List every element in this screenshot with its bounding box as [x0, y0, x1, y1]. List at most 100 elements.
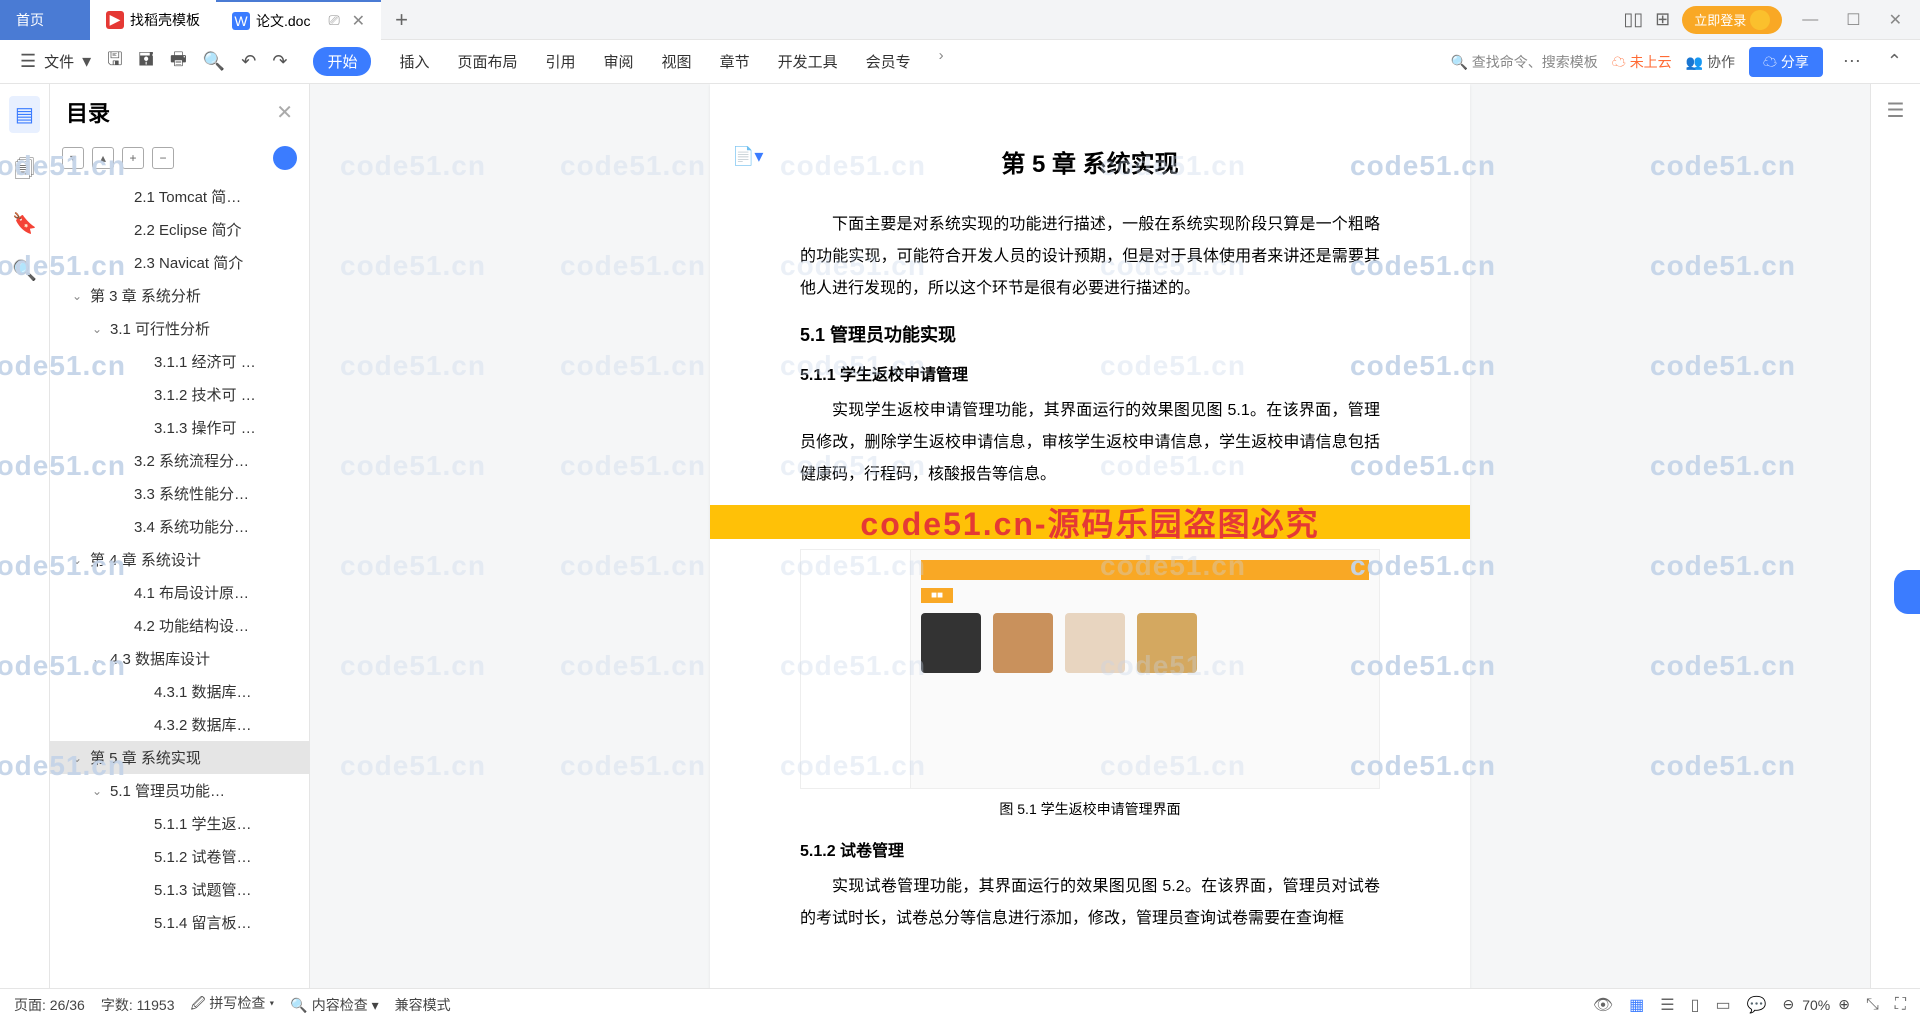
search-input[interactable]: 🔍 查找命令、搜索模板: [1450, 52, 1597, 72]
toc-item[interactable]: 3.3 系统性能分…: [50, 477, 309, 510]
menu-references[interactable]: 引用: [546, 47, 576, 76]
toc-item[interactable]: 4.3.2 数据库…: [50, 708, 309, 741]
save-icon[interactable]: 🖫: [99, 47, 130, 77]
toc-item[interactable]: 3.1.3 操作可 …: [50, 411, 309, 444]
toc-item[interactable]: 4.3.1 数据库…: [50, 675, 309, 708]
apps-icon[interactable]: ⊞: [1655, 9, 1670, 30]
outline-icon[interactable]: ▤: [9, 96, 40, 133]
new-tab-button[interactable]: +: [381, 7, 422, 33]
toc-item[interactable]: 3.4 系统功能分…: [50, 510, 309, 543]
spell-check[interactable]: 🖉 拼写检查 ▾: [191, 993, 275, 1017]
paragraph: 下面主要是对系统实现的功能进行描述，一般在系统实现阶段只算是一个粗略的功能实现，…: [800, 209, 1380, 305]
toc-item[interactable]: 3.1.1 经济可 …: [50, 345, 309, 378]
minimize-button[interactable]: —: [1794, 11, 1826, 29]
view-web-icon[interactable]: ▯: [1691, 995, 1700, 1015]
toc-item[interactable]: 2.3 Navicat 简介: [50, 246, 309, 279]
eye-icon[interactable]: 👁: [1593, 995, 1613, 1015]
fullscreen-icon[interactable]: ⛶: [1895, 996, 1906, 1014]
toc-item[interactable]: 2.1 Tomcat 简…: [50, 180, 309, 213]
menu-start[interactable]: 开始: [313, 47, 371, 76]
document-area[interactable]: 📄▾ 第 5 章 系统实现 下面主要是对系统实现的功能进行描述，一般在系统实现阶…: [310, 84, 1870, 988]
menu-chapter[interactable]: 章节: [720, 47, 750, 76]
bookmark-icon[interactable]: 🔖: [12, 211, 37, 236]
compat-mode[interactable]: 兼容模式: [395, 995, 451, 1015]
fit-icon[interactable]: ⤡: [1866, 996, 1879, 1014]
search-rail-icon[interactable]: 🔍: [12, 258, 37, 283]
zoom-out-icon[interactable]: ⊖: [1782, 996, 1794, 1013]
word-icon: W: [232, 12, 250, 30]
save-as-icon[interactable]: 🖬: [131, 47, 162, 77]
toc-item[interactable]: ⌄4.3 数据库设计: [50, 642, 309, 675]
close-tab-icon[interactable]: ✕: [352, 11, 365, 31]
toc-item[interactable]: 3.1.2 技术可 …: [50, 378, 309, 411]
print-icon[interactable]: 🖶: [162, 47, 195, 77]
tab-home[interactable]: 首页: [0, 0, 90, 40]
page-indicator[interactable]: 页面: 26/36: [14, 995, 85, 1015]
panel-toggle-icon[interactable]: ☰: [1887, 100, 1905, 122]
share-button[interactable]: ☁ 分享: [1749, 47, 1823, 77]
close-window-button[interactable]: ✕: [1881, 10, 1910, 30]
monitor-icon[interactable]: ⎚: [328, 12, 339, 29]
menu-insert[interactable]: 插入: [399, 47, 429, 76]
zoom-control[interactable]: ⊖ 70% ⊕: [1782, 996, 1850, 1013]
redo-icon[interactable]: ↷: [264, 51, 295, 72]
toc-item[interactable]: 4.2 功能结构设…: [50, 609, 309, 642]
add-heading-icon[interactable]: +: [122, 147, 144, 169]
heading-3: 5.1.2 试卷管理: [800, 837, 1380, 861]
toc-item[interactable]: 5.1.1 学生返…: [50, 807, 309, 840]
tab-templates[interactable]: ▶ 找稻壳模板: [90, 0, 216, 40]
avatar-icon: [1750, 10, 1770, 30]
comment-icon[interactable]: 💬: [1747, 995, 1767, 1015]
title-bar: 首页 ▶ 找稻壳模板 W 论文.doc ⎚ ✕ + ▯▯ ⊞ 立即登录 — ☐ …: [0, 0, 1920, 40]
toc-item[interactable]: 3.2 系统流程分…: [50, 444, 309, 477]
toc-item[interactable]: ⌄3.1 可行性分析: [50, 312, 309, 345]
remove-heading-icon[interactable]: −: [152, 147, 174, 169]
toc-item[interactable]: 5.1.3 试题管…: [50, 873, 309, 906]
more-icon[interactable]: ⋯: [1837, 51, 1867, 72]
toc-item[interactable]: 5.1.2 试卷管…: [50, 840, 309, 873]
coop-button[interactable]: 👥 协作: [1686, 52, 1735, 72]
ai-icon[interactable]: [273, 146, 297, 170]
toc-item[interactable]: ⌄5.1 管理员功能…: [50, 774, 309, 807]
toc-item[interactable]: 2.2 Eclipse 简介: [50, 213, 309, 246]
collapse-all-icon[interactable]: ▾: [62, 147, 84, 169]
menu-layout[interactable]: 页面布局: [458, 47, 518, 76]
menu-review[interactable]: 审阅: [604, 47, 634, 76]
view-read-icon[interactable]: ▭: [1715, 995, 1730, 1015]
close-sidebar-icon[interactable]: ✕: [276, 100, 293, 125]
login-button[interactable]: 立即登录: [1682, 6, 1782, 34]
undo-icon[interactable]: ↶: [233, 51, 264, 72]
pages-icon[interactable]: 🗐: [15, 155, 35, 189]
watermark-band: code51.cn-源码乐园盗图必究: [710, 505, 1470, 539]
paragraph: 实现学生返校申请管理功能，其界面运行的效果图见图 5.1。在该界面，管理员修改，…: [800, 395, 1380, 491]
right-rail: ☰: [1870, 84, 1920, 988]
cloud-status[interactable]: ☁ 未上云: [1612, 52, 1672, 72]
preview-icon[interactable]: 🔍: [195, 51, 233, 72]
toc-item[interactable]: ⌄第 5 章 系统实现: [50, 741, 309, 774]
view-page-icon[interactable]: ▦: [1629, 995, 1644, 1015]
tab-document[interactable]: W 论文.doc ⎚ ✕: [216, 0, 381, 40]
chevron-down-icon[interactable]: ▾: [74, 51, 99, 72]
word-count[interactable]: 字数: 11953: [101, 995, 175, 1015]
doc-marker-icon[interactable]: 📄▾: [732, 146, 763, 167]
toc-item[interactable]: ⌄第 4 章 系统设计: [50, 543, 309, 576]
layout-icon[interactable]: ▯▯: [1623, 9, 1643, 30]
file-menu[interactable]: 文件: [44, 47, 74, 76]
view-outline-icon[interactable]: ☰: [1660, 995, 1674, 1015]
menu-member[interactable]: 会员专: [866, 47, 911, 76]
expand-all-icon[interactable]: ▴: [92, 147, 114, 169]
watermark-text: code51.cn-源码乐园盗图必究: [860, 499, 1319, 545]
maximize-button[interactable]: ☐: [1838, 10, 1868, 30]
menu-view[interactable]: 视图: [662, 47, 692, 76]
float-tab[interactable]: [1894, 570, 1920, 614]
zoom-in-icon[interactable]: ⊕: [1838, 996, 1850, 1013]
status-bar: 页面: 26/36 字数: 11953 🖉 拼写检查 ▾ 🔍 内容检查 ▾ 兼容…: [0, 988, 1920, 1020]
toc-item[interactable]: 5.1.4 留言板…: [50, 906, 309, 939]
toc-item[interactable]: 4.1 布局设计原…: [50, 576, 309, 609]
content-check[interactable]: 🔍 内容检查 ▾: [290, 995, 378, 1015]
menu-devtools[interactable]: 开发工具: [778, 47, 838, 76]
toc-item[interactable]: ⌄第 3 章 系统分析: [50, 279, 309, 312]
figure-caption: 图 5.1 学生返校申请管理界面: [800, 799, 1380, 819]
hamburger-icon[interactable]: ☰: [12, 51, 44, 72]
collapse-ribbon-icon[interactable]: ⌃: [1881, 51, 1908, 72]
